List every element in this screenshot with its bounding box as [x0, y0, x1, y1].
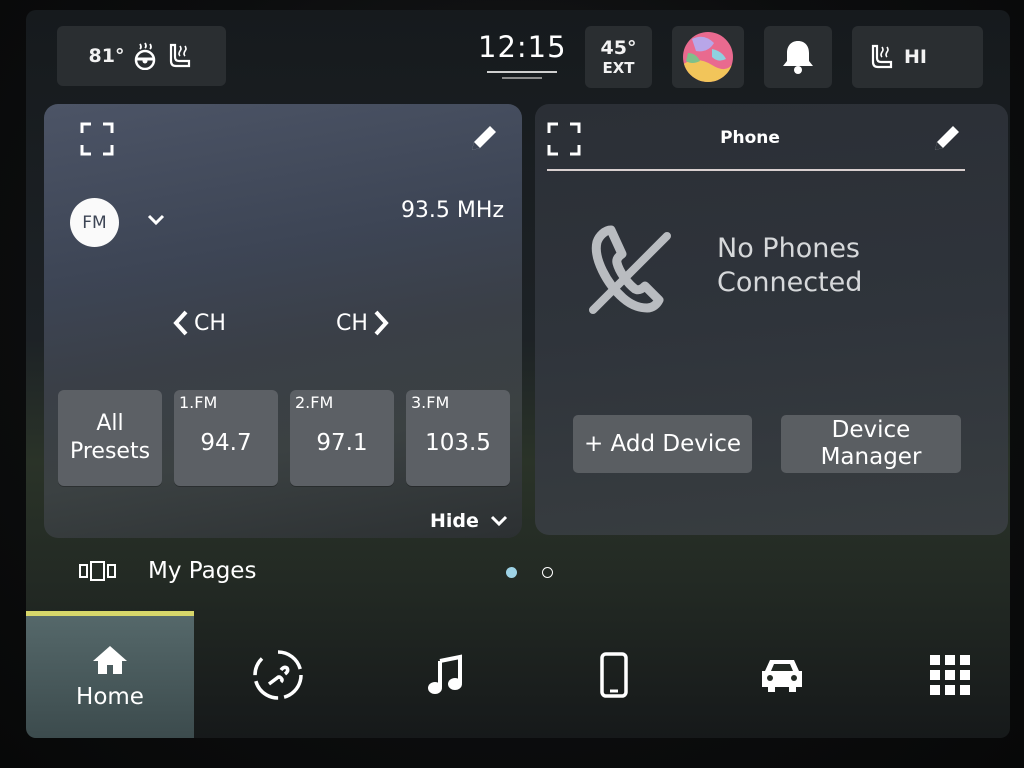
radio-widget: FM 93.5 MHz CH CH All Presets 1.FM 94.7 … [44, 104, 522, 538]
band-badge[interactable]: FM [70, 198, 119, 247]
clock-underline-2 [502, 77, 542, 79]
nav-home[interactable]: Home [26, 611, 194, 738]
preset-frequency: 103.5 [425, 430, 491, 456]
home-icon [93, 646, 127, 674]
nav-vehicle[interactable] [730, 611, 834, 738]
exterior-temp-value: 45° [600, 37, 637, 59]
nav-apps[interactable] [898, 611, 1002, 738]
nav-home-label: Home [76, 684, 144, 710]
seat-heat-button[interactable]: HI [852, 26, 983, 88]
exterior-temp-label: EXT [602, 59, 635, 77]
steering-wheel-heat-icon [132, 42, 158, 70]
title-divider [547, 169, 965, 171]
bell-icon [783, 41, 813, 74]
page-indicator[interactable] [542, 567, 553, 578]
expand-icon[interactable] [80, 122, 114, 160]
channel-prev-button[interactable]: CH [172, 309, 226, 337]
preset-button[interactable]: 3.FM 103.5 [406, 390, 510, 486]
all-presets-button[interactable]: All Presets [58, 390, 162, 486]
preset-button[interactable]: 2.FM 97.1 [290, 390, 394, 486]
music-note-icon [428, 654, 462, 694]
add-device-label: + Add Device [583, 430, 742, 457]
clock[interactable]: 12:15 [478, 30, 566, 94]
phone-disconnected-icon [581, 222, 677, 322]
edit-pencil-icon[interactable] [466, 122, 500, 160]
hide-presets-button[interactable]: Hide [430, 510, 509, 532]
phone-widget: Phone No Phones Connected + Add Device D… [535, 104, 1008, 535]
preset-button[interactable]: 1.FM 94.7 [174, 390, 278, 486]
channel-next-button[interactable]: CH [336, 309, 390, 337]
exterior-temp: 45° EXT [585, 26, 652, 88]
preset-number: 1.FM [179, 393, 218, 412]
heated-seat-icon [871, 44, 893, 69]
clock-time: 12:15 [478, 30, 567, 64]
my-pages-button[interactable]: My Pages [78, 558, 256, 584]
preset-number: 2.FM [295, 393, 334, 412]
nav-map-icon [253, 649, 303, 700]
seat-heat-level: HI [904, 46, 927, 68]
chevron-left-icon [173, 310, 188, 336]
preset-frequency: 97.1 [316, 430, 368, 456]
device-manager-label: Device Manager [820, 417, 922, 470]
hide-label: Hide [430, 510, 479, 532]
station-frequency: 93.5 MHz [400, 198, 504, 223]
expand-icon[interactable] [547, 122, 581, 160]
channel-prev-label: CH [194, 310, 226, 336]
cabin-temp: 81° [88, 45, 125, 67]
chevron-right-icon [374, 310, 389, 336]
page-indicator-active[interactable] [506, 567, 517, 578]
clock-underline [487, 71, 557, 73]
avatar [683, 32, 733, 82]
nav-phone[interactable] [562, 611, 666, 738]
no-phones-message: No Phones Connected [717, 233, 863, 298]
preset-frequency: 94.7 [200, 430, 252, 456]
profile-avatar-button[interactable] [672, 26, 744, 88]
phone-icon [600, 651, 628, 698]
add-device-button[interactable]: + Add Device [573, 415, 752, 473]
edit-pencil-icon[interactable] [929, 122, 963, 160]
apps-grid-icon [930, 654, 970, 695]
device-manager-button[interactable]: Device Manager [781, 415, 961, 473]
heated-seat-icon [166, 42, 194, 70]
chevron-down-icon [490, 515, 507, 527]
nav-media[interactable] [394, 611, 498, 738]
infotainment-screen: 81° 12:15 45° EXT HI FM 93.5 MHz CH CH A… [26, 10, 1010, 738]
bottom-navigation: Home [26, 611, 1010, 738]
preset-number: 3.FM [411, 393, 450, 412]
band-badge-label: FM [82, 212, 107, 233]
car-icon [762, 659, 802, 692]
notifications-button[interactable] [764, 26, 832, 88]
channel-next-label: CH [336, 310, 368, 336]
nav-navigation[interactable] [226, 611, 330, 738]
my-pages-label: My Pages [148, 558, 257, 584]
all-presets-label: All Presets [69, 411, 151, 464]
phone-widget-title: Phone [720, 128, 780, 148]
chevron-down-icon[interactable] [146, 212, 166, 231]
climate-status-button[interactable]: 81° [57, 26, 226, 86]
pages-icon [79, 561, 116, 581]
